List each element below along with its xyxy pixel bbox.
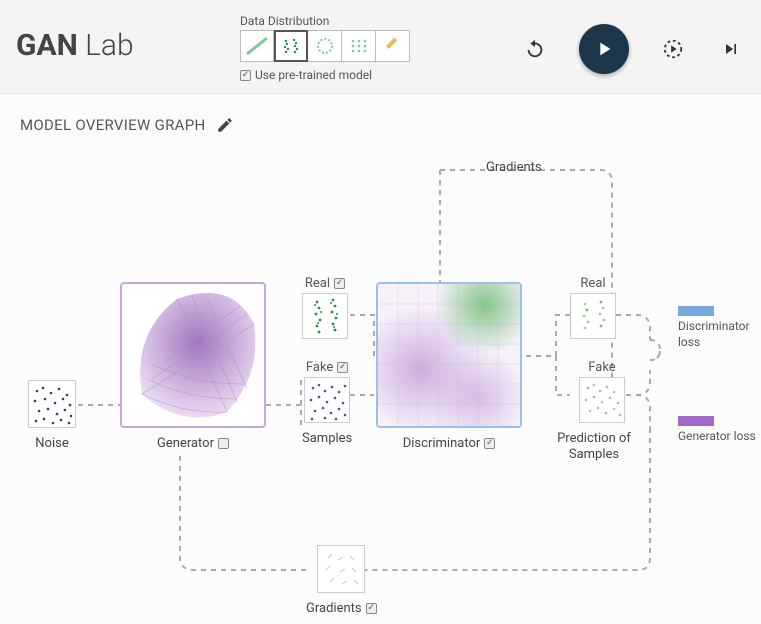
pretrain-label: Use pre-trained model: [255, 68, 372, 82]
prediction-fake-tile[interactable]: [579, 377, 625, 423]
noise-tile[interactable]: [28, 380, 76, 428]
fake-checkbox[interactable]: [337, 362, 348, 373]
gradients-bottom-node: Gradients: [306, 545, 377, 616]
distribution-custom[interactable]: [376, 30, 410, 62]
fake-samples-label: Fake: [302, 360, 352, 375]
generator-node: Generator: [120, 282, 266, 451]
reset-button[interactable]: [521, 35, 549, 63]
gradients-checkbox[interactable]: [366, 603, 377, 614]
slow-motion-button[interactable]: [659, 35, 687, 63]
discriminator-node: Discriminator: [376, 282, 522, 451]
generator-loss: Generator loss: [678, 416, 756, 445]
gradients-tile[interactable]: [317, 545, 365, 593]
gradients-top-label: Gradients: [486, 160, 542, 175]
play-button[interactable]: [579, 24, 629, 74]
prediction-fake-node: Fake Prediction of Samples: [570, 360, 634, 462]
playback-controls: [521, 24, 745, 74]
step-button[interactable]: [717, 35, 745, 63]
discriminator-loss: Discriminator loss: [678, 306, 761, 350]
distribution-chooser: [240, 30, 410, 62]
real-samples-label: Real: [302, 276, 348, 291]
discriminator-tile[interactable]: [376, 282, 522, 428]
noise-node: Noise: [28, 380, 76, 451]
generator-loss-bar: [678, 416, 714, 426]
real-samples-node: Real: [302, 276, 348, 343]
generator-label: Generator: [120, 436, 266, 451]
distribution-line[interactable]: [240, 30, 274, 62]
generator-checkbox[interactable]: [218, 438, 229, 449]
pretrain-row[interactable]: Use pre-trained model: [240, 68, 410, 82]
discriminator-loss-bar: [678, 306, 714, 316]
prediction-real-node: Real: [570, 276, 616, 343]
samples-label: Samples: [302, 431, 352, 446]
app-title: GAN Lab: [16, 28, 134, 63]
model-graph: Gradients Noise: [0, 150, 761, 624]
generator-tile[interactable]: [120, 282, 266, 428]
distribution-ring[interactable]: [308, 30, 342, 62]
real-checkbox[interactable]: [334, 278, 345, 289]
generator-loss-label: Generator loss: [678, 429, 756, 445]
noise-label: Noise: [28, 436, 76, 451]
edit-icon[interactable]: [216, 116, 234, 134]
header-bar: GAN Lab Data Distribution: [0, 0, 761, 94]
section-title: MODEL OVERVIEW GRAPH: [20, 116, 206, 134]
prediction-fake-label: Fake: [570, 360, 634, 375]
gradients-top-label-node: Gradients: [486, 156, 542, 175]
data-distribution-label: Data Distribution: [240, 14, 410, 28]
prediction-real-label: Real: [570, 276, 616, 291]
app-title-bold: GAN: [16, 28, 78, 63]
gradients-bottom-label: Gradients: [306, 601, 377, 616]
section-header: MODEL OVERVIEW GRAPH: [20, 116, 234, 134]
prediction-real-tile[interactable]: [570, 293, 616, 339]
distribution-clusters[interactable]: [274, 30, 308, 62]
pretrain-checkbox[interactable]: [240, 70, 251, 81]
app-title-light: Lab: [85, 28, 134, 63]
discriminator-checkbox[interactable]: [484, 438, 495, 449]
prediction-label: Prediction of Samples: [554, 431, 634, 462]
distribution-grid[interactable]: [342, 30, 376, 62]
fake-samples-tile[interactable]: [304, 377, 350, 423]
data-distribution-block: Data Distribution Use pre-trained mod: [240, 14, 410, 82]
discriminator-label: Discriminator: [376, 436, 522, 451]
fake-samples-node: Fake Samples: [302, 360, 352, 446]
discriminator-loss-label: Discriminator loss: [678, 319, 761, 350]
real-samples-tile[interactable]: [302, 293, 348, 339]
